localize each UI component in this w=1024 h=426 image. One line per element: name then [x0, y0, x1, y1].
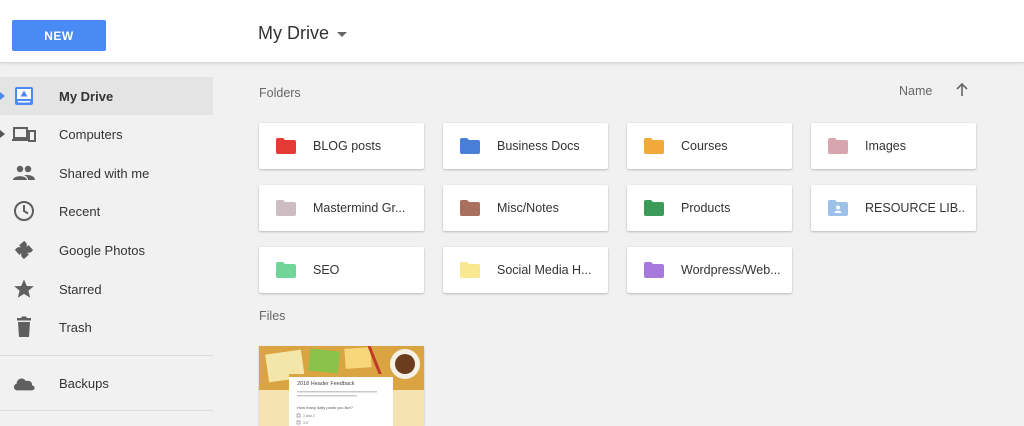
caret-down-icon: [337, 32, 347, 37]
folder-name: Social Media H...: [497, 263, 592, 277]
sidebar-item-shared-with-me[interactable]: Shared with me: [0, 154, 213, 192]
sidebar-item-label: Starred: [59, 281, 102, 297]
folder-card[interactable]: Business Docs: [443, 123, 608, 169]
top-bar: NEW My Drive: [0, 0, 1024, 63]
folder-icon: [644, 200, 664, 216]
expand-arrow-icon[interactable]: [0, 130, 5, 138]
folder-card[interactable]: SEO: [259, 247, 424, 293]
sidebar-divider: [0, 410, 213, 411]
sidebar-item-label: Shared with me: [59, 165, 150, 181]
folder-icon: [460, 200, 480, 216]
folder-icon: [460, 138, 480, 154]
sidebar-item-recent[interactable]: Recent: [0, 192, 213, 230]
folder-card[interactable]: BLOG posts: [259, 123, 424, 169]
folder-card[interactable]: RESOURCE LIB...: [811, 185, 976, 231]
drive-icon: [12, 84, 36, 108]
folder-card[interactable]: Images: [811, 123, 976, 169]
folder-icon: [276, 262, 296, 278]
star-icon: [12, 277, 36, 301]
shared-folder-icon: [828, 200, 848, 216]
sort-by-name[interactable]: Name: [899, 84, 932, 98]
folder-name: Mastermind Gr...: [313, 201, 406, 215]
file-card[interactable]: 2018 Header Feedback How many daily post…: [259, 346, 424, 426]
folder-name: SEO: [313, 263, 340, 277]
folder-card[interactable]: Wordpress/Web...: [627, 247, 792, 293]
sidebar-item-label: Backups: [59, 375, 109, 391]
folder-name: Wordpress/Web...: [681, 263, 781, 277]
folder-name: Images: [865, 139, 906, 153]
expand-arrow-icon[interactable]: [0, 92, 5, 100]
new-button[interactable]: NEW: [12, 20, 106, 51]
folder-icon: [644, 138, 664, 154]
folder-name: Courses: [681, 139, 728, 153]
folder-card[interactable]: Courses: [627, 123, 792, 169]
folder-name: RESOURCE LIB...: [865, 201, 965, 215]
folder-icon: [276, 200, 296, 216]
folder-icon: [644, 262, 664, 278]
doc-question: How many daily posts you like?: [297, 405, 354, 410]
doc-option-1: 1 and 2: [303, 414, 315, 418]
cloud-icon: [12, 371, 36, 395]
doc-option-2: 3-5: [303, 421, 308, 425]
sidebar-item-trash[interactable]: Trash: [0, 308, 213, 346]
folder-name: Misc/Notes: [497, 201, 559, 215]
sidebar-item-my-drive[interactable]: My Drive: [0, 77, 213, 115]
file-thumbnail: 2018 Header Feedback How many daily post…: [259, 346, 424, 426]
folder-name: Products: [681, 201, 731, 215]
files-section-label: Files: [259, 309, 286, 323]
clock-icon: [12, 199, 36, 223]
sidebar-item-label: Trash: [59, 319, 92, 335]
sidebar: My Drive Computers Shared with me Recent…: [0, 63, 213, 426]
sidebar-item-label: Google Photos: [59, 242, 146, 258]
sort-arrow-up-icon[interactable]: [954, 82, 970, 98]
sidebar-item-computers[interactable]: Computers: [0, 115, 213, 153]
my-drive-dropdown[interactable]: My Drive: [258, 23, 347, 44]
folder-card[interactable]: Misc/Notes: [443, 185, 608, 231]
folders-section-label: Folders: [259, 86, 301, 100]
shared-people-icon: [12, 161, 36, 185]
sidebar-item-label: Recent: [59, 203, 101, 219]
sidebar-divider: [0, 355, 213, 356]
pinwheel-icon: [12, 238, 36, 262]
sidebar-item-label: Computers: [59, 126, 123, 142]
folder-name: BLOG posts: [313, 139, 382, 153]
folder-icon: [828, 138, 848, 154]
sidebar-item-google-photos[interactable]: Google Photos: [0, 231, 213, 269]
computers-icon: [12, 122, 36, 146]
page-title: My Drive: [258, 23, 329, 43]
sidebar-item-backups[interactable]: Backups: [0, 364, 213, 402]
doc-title: 2018 Header Feedback: [297, 381, 355, 387]
folder-card[interactable]: Products: [627, 185, 792, 231]
trash-icon: [12, 315, 36, 339]
folder-icon: [276, 138, 296, 154]
sidebar-item-starred[interactable]: Starred: [0, 270, 213, 308]
folder-card[interactable]: Mastermind Gr...: [259, 185, 424, 231]
sidebar-item-label: My Drive: [59, 88, 114, 104]
folder-icon: [460, 262, 480, 278]
folder-card[interactable]: Social Media H...: [443, 247, 608, 293]
folder-name: Business Docs: [497, 139, 580, 153]
